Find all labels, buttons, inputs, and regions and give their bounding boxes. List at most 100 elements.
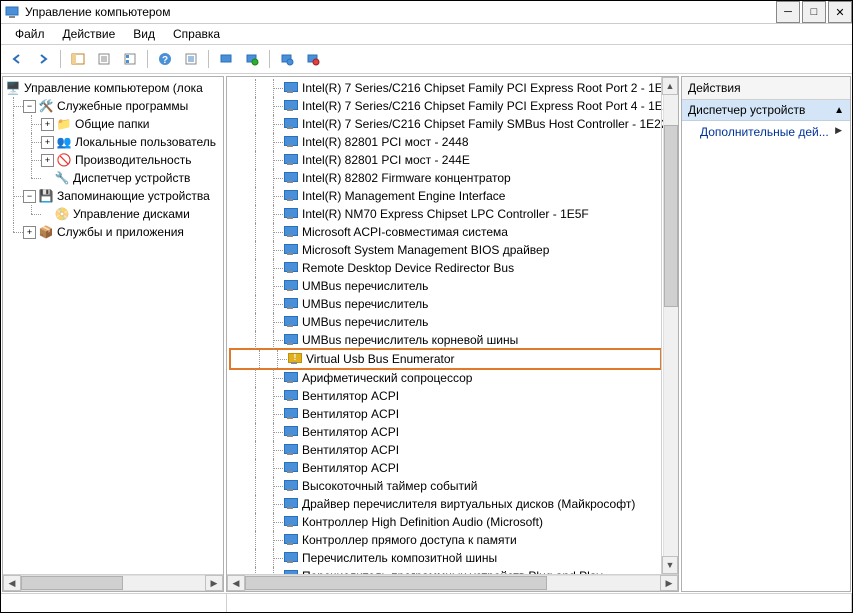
scroll-left-icon[interactable]: ◀ [227, 575, 245, 591]
device-item[interactable]: Вентилятор ACPI [229, 387, 662, 405]
tree-services-apps[interactable]: + 📦 Службы и приложения [5, 223, 223, 241]
device-item[interactable]: Intel(R) 82801 PCI мост - 244E [229, 151, 662, 169]
back-button[interactable] [5, 47, 29, 71]
device-label: Перечислитель программных устройств Plug… [302, 569, 602, 574]
device-item[interactable]: Remote Desktop Device Redirector Bus [229, 259, 662, 277]
device-label: UMBus перечислитель [302, 297, 428, 311]
device-item[interactable]: Вентилятор ACPI [229, 459, 662, 477]
status-bar [1, 593, 852, 612]
scroll-right-icon[interactable]: ▶ [660, 575, 678, 591]
expand-icon[interactable]: + [23, 226, 36, 239]
actions-more-label: Дополнительные дей... [700, 125, 829, 139]
scroll-up-icon[interactable]: ▲ [662, 77, 678, 95]
device-item[interactable]: Intel(R) 7 Series/C216 Chipset Family SM… [229, 115, 662, 133]
device-icon [283, 261, 299, 275]
window-controls: ─ □ ✕ [774, 1, 852, 23]
device-warning-icon [287, 352, 303, 366]
services-icon: 📦 [38, 224, 54, 240]
device-item[interactable]: UMBus перечислитель [229, 277, 662, 295]
tree-root[interactable]: 🖥️ Управление компьютером (лока [5, 79, 223, 97]
tb-disable-icon[interactable] [301, 47, 325, 71]
tree-local-users[interactable]: + 👥 Локальные пользователь [5, 133, 223, 151]
device-icon [283, 189, 299, 203]
device-icon [283, 461, 299, 475]
device-label: Контроллер High Definition Audio (Micros… [302, 515, 543, 529]
menu-action[interactable]: Действие [55, 25, 124, 43]
center-horizontal-scrollbar[interactable]: ◀ ▶ [227, 574, 678, 591]
device-icon [283, 569, 299, 574]
device-label: Microsoft ACPI-совместимая система [302, 225, 508, 239]
scroll-left-icon[interactable]: ◀ [3, 575, 21, 591]
device-item[interactable]: Драйвер перечислителя виртуальных дисков… [229, 495, 662, 513]
close-button[interactable]: ✕ [828, 1, 852, 23]
device-item[interactable]: Microsoft ACPI-совместимая система [229, 223, 662, 241]
device-item[interactable]: Вентилятор ACPI [229, 405, 662, 423]
device-item[interactable]: Intel(R) 82801 PCI мост - 2448 [229, 133, 662, 151]
tb-scan-icon[interactable] [240, 47, 264, 71]
actions-group-header[interactable]: Диспетчер устройств ▲ [682, 100, 850, 121]
device-item[interactable]: UMBus перечислитель [229, 295, 662, 313]
device-icon [283, 279, 299, 293]
device-item[interactable]: Перечислитель программных устройств Plug… [229, 567, 662, 574]
device-item[interactable]: Контроллер прямого доступа к памяти [229, 531, 662, 549]
menu-file[interactable]: Файл [7, 25, 53, 43]
tb-enable-icon[interactable] [275, 47, 299, 71]
tree-system-tools[interactable]: − 🛠️ Служебные программы [5, 97, 223, 115]
maximize-button[interactable]: □ [802, 1, 826, 23]
tb-help-icon[interactable]: ? [153, 47, 177, 71]
actions-more[interactable]: Дополнительные дей... ▶ [682, 121, 850, 143]
highlighted-device: Virtual Usb Bus Enumerator [229, 348, 662, 370]
scroll-right-icon[interactable]: ▶ [205, 575, 223, 591]
users-icon: 👥 [56, 134, 72, 150]
scroll-down-icon[interactable]: ▼ [662, 556, 678, 574]
tree-disk-mgmt[interactable]: 📀 Управление дисками [5, 205, 223, 223]
tb-properties-icon[interactable] [92, 47, 116, 71]
device-item[interactable]: Intel(R) NM70 Express Chipset LPC Contro… [229, 205, 662, 223]
device-item[interactable]: Intel(R) 7 Series/C216 Chipset Family PC… [229, 97, 662, 115]
device-label: Вентилятор ACPI [302, 389, 399, 403]
device-label: Драйвер перечислителя виртуальных дисков… [302, 497, 635, 511]
center-vertical-scrollbar[interactable]: ▲ ▼ [661, 77, 678, 574]
title-bar: Управление компьютером ─ □ ✕ [1, 1, 852, 24]
console-tree[interactable]: 🖥️ Управление компьютером (лока − 🛠️ Слу… [3, 77, 223, 243]
menu-help[interactable]: Справка [165, 25, 228, 43]
forward-button[interactable] [31, 47, 55, 71]
expand-icon[interactable]: + [41, 118, 54, 131]
tb-list-icon[interactable] [118, 47, 142, 71]
device-label: Intel(R) 7 Series/C216 Chipset Family SM… [302, 117, 667, 131]
tree-storage[interactable]: − 💾 Запоминающие устройства [5, 187, 223, 205]
device-tree[interactable]: Intel(R) 7 Series/C216 Chipset Family PC… [227, 77, 662, 574]
tree-shared-folders[interactable]: + 📁 Общие папки [5, 115, 223, 133]
tb-show-hide-tree-icon[interactable] [66, 47, 90, 71]
performance-icon: 🚫 [56, 152, 72, 168]
device-label: UMBus перечислитель [302, 279, 428, 293]
device-item[interactable]: Контроллер High Definition Audio (Micros… [229, 513, 662, 531]
minimize-button[interactable]: ─ [776, 1, 800, 23]
left-horizontal-scrollbar[interactable]: ◀ ▶ [3, 574, 223, 591]
device-icon [283, 515, 299, 529]
device-item[interactable]: Intel(R) Management Engine Interface [229, 187, 662, 205]
menu-view[interactable]: Вид [125, 25, 163, 43]
tree-device-manager[interactable]: 🔧 Диспетчер устройств [5, 169, 223, 187]
device-item[interactable]: Вентилятор ACPI [229, 441, 662, 459]
device-label: Контроллер прямого доступа к памяти [302, 533, 517, 547]
tb-refresh-icon[interactable] [179, 47, 203, 71]
collapse-icon[interactable]: − [23, 190, 36, 203]
tree-performance[interactable]: + 🚫 Производительность [5, 151, 223, 169]
device-item[interactable]: Microsoft System Management BIOS драйвер [229, 241, 662, 259]
device-item[interactable]: Virtual Usb Bus Enumerator [233, 350, 658, 368]
device-item[interactable]: Intel(R) 82802 Firmware концентратор [229, 169, 662, 187]
tb-device-icon[interactable] [214, 47, 238, 71]
device-icon [283, 315, 299, 329]
device-item[interactable]: Intel(R) 7 Series/C216 Chipset Family PC… [229, 79, 662, 97]
device-item[interactable]: Высокоточный таймер событий [229, 477, 662, 495]
device-item[interactable]: UMBus перечислитель [229, 313, 662, 331]
collapse-icon[interactable]: − [23, 100, 36, 113]
device-item[interactable]: Вентилятор ACPI [229, 423, 662, 441]
device-item[interactable]: Арифметический сопроцессор [229, 369, 662, 387]
device-icon [283, 425, 299, 439]
expand-icon[interactable]: + [41, 136, 54, 149]
device-item[interactable]: Перечислитель композитной шины [229, 549, 662, 567]
expand-icon[interactable]: + [41, 154, 54, 167]
device-item[interactable]: UMBus перечислитель корневой шины [229, 331, 662, 349]
